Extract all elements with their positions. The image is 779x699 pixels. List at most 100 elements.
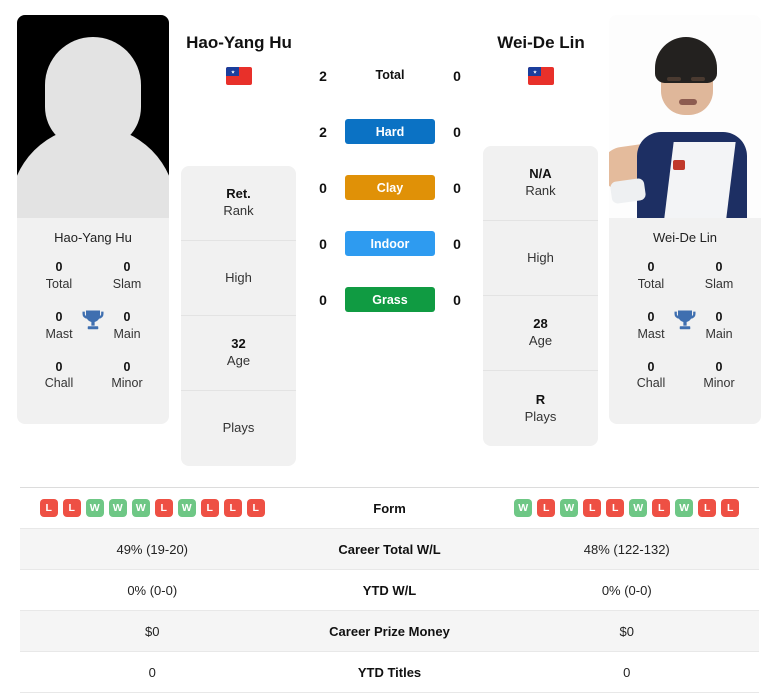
h2h-row-indoor: 0 Indoor 0 xyxy=(300,228,480,284)
player-card-name-left: Hao-Yang Hu xyxy=(54,230,132,245)
table-value-left: 49% (19-20) xyxy=(116,541,189,557)
form-badge-l: L xyxy=(652,499,671,517)
form-badge-l: L xyxy=(537,499,556,517)
surface-badge-indoor[interactable]: Indoor xyxy=(345,231,435,256)
player-comparison-page: Hao-Yang Hu 0 Total 0 Slam 0 Mast 0 Main… xyxy=(0,0,779,699)
h2h-score-right: 0 xyxy=(453,180,461,196)
table-value-right: $0 xyxy=(619,623,634,639)
titles-row: 0 Chall 0 Minor xyxy=(27,359,159,409)
h2h-score-right: 0 xyxy=(453,124,461,140)
surface-badge-grass[interactable]: Grass xyxy=(345,287,435,312)
table-row-form: LLWWWLWLLL Form WLWLLWLWLL xyxy=(20,488,759,529)
surface-badge-clay[interactable]: Clay xyxy=(345,175,435,200)
trophy-icon xyxy=(79,307,107,335)
titles-grid-left: 0 Total 0 Slam 0 Mast 0 Main 0 Chall 0 M… xyxy=(17,259,169,424)
title-stat: 0 Minor xyxy=(111,359,143,391)
surface-badge-hard[interactable]: Hard xyxy=(345,119,435,144)
table-value-right: 0 xyxy=(623,664,631,680)
form-badge-w: W xyxy=(629,499,648,517)
player-info-card-right: N/A Rank High 28 Age R Plays xyxy=(483,146,598,446)
player-card-name-right: Wei-De Lin xyxy=(652,230,718,245)
title-stat: 0 Slam xyxy=(704,260,734,291)
trophy-icon xyxy=(671,307,699,335)
title-stat: 0 Chall xyxy=(636,359,666,391)
titles-grid-right: 0 Total 0 Slam 0 Mast 0 Main 0 Chall 0 M… xyxy=(609,259,761,424)
table-label: YTD W/L xyxy=(362,582,417,598)
info-plays-left: Plays xyxy=(222,420,255,436)
form-badge-w: W xyxy=(85,499,104,517)
table-value-right: 0% (0-0) xyxy=(601,582,652,598)
form-badge-l: L xyxy=(583,499,602,517)
form-badge-w: W xyxy=(560,499,579,517)
form-badge-l: L xyxy=(200,499,219,517)
table-label: Career Total W/L xyxy=(338,541,441,557)
table-label: Career Prize Money xyxy=(329,623,450,639)
player-info-card-left: Ret. Rank High 32 Age Plays xyxy=(181,166,296,466)
titles-row: 0 Total 0 Slam xyxy=(619,259,751,309)
info-rank-right: N/A Rank xyxy=(483,146,598,221)
title-stat: 0 Mast xyxy=(45,309,73,341)
comparison-table: LLWWWLWLLL Form WLWLLWLWLL 49% (19-20) C… xyxy=(20,487,759,693)
player-card-left[interactable]: Hao-Yang Hu 0 Total 0 Slam 0 Mast 0 Main… xyxy=(17,15,169,425)
form-badge-w: W xyxy=(131,499,150,517)
info-rank-left: Ret. Rank xyxy=(181,166,296,241)
h2h-score-left: 2 xyxy=(319,68,327,84)
form-badge-l: L xyxy=(721,499,740,517)
form-badge-l: L xyxy=(62,499,81,517)
form-badge-w: W xyxy=(675,499,694,517)
table-value-right: 48% (122-132) xyxy=(583,541,670,557)
h2h-row-total: 2 Total 0 xyxy=(300,60,480,116)
player-card-right[interactable]: Wei-De Lin 0 Total 0 Slam 0 Mast 0 Main … xyxy=(609,15,761,425)
table-row: 0% (0-0) YTD W/L 0% (0-0) xyxy=(20,570,759,611)
title-stat: 0 Total xyxy=(637,260,665,291)
info-plays-right: R Plays xyxy=(524,391,557,424)
table-row: $0 Career Prize Money $0 xyxy=(20,611,759,652)
h2h-label-total: Total xyxy=(375,68,405,82)
table-value-left: $0 xyxy=(145,623,160,639)
titles-row: 0 Chall 0 Minor xyxy=(619,359,751,409)
title-stat: 0 Chall xyxy=(44,359,74,391)
title-stat: 0 Main xyxy=(113,309,141,341)
h2h-score-right: 0 xyxy=(453,236,461,252)
title-stat: 0 Slam xyxy=(112,260,142,291)
info-high-right: High xyxy=(483,221,598,296)
form-badge-l: L xyxy=(698,499,717,517)
h2h-score-right: 0 xyxy=(453,68,461,84)
form-badge-l: L xyxy=(223,499,242,517)
form-badge-w: W xyxy=(514,499,533,517)
table-label: YTD Titles xyxy=(357,664,422,680)
table-value-left: 0 xyxy=(148,664,156,680)
table-row: 0 YTD Titles 0 xyxy=(20,652,759,693)
title-stat: 0 Total xyxy=(45,260,73,291)
info-age-right: 28 Age xyxy=(483,296,598,371)
form-badge-l: L xyxy=(246,499,265,517)
h2h-score-right: 0 xyxy=(453,292,461,308)
form-badge-l: L xyxy=(154,499,173,517)
player-name-left[interactable]: Hao-Yang Hu xyxy=(139,33,339,53)
comparison-header-area: Hao-Yang Hu 0 Total 0 Slam 0 Mast 0 Main… xyxy=(0,0,779,472)
h2h-row-hard: 2 Hard 0 xyxy=(300,116,480,172)
title-stat: 0 Minor xyxy=(703,359,735,391)
head-to-head-column: 2 Total 0 2 Hard 0 0 Clay 0 0 Indoor 0 0 xyxy=(300,60,480,340)
player-name-right[interactable]: Wei-De Lin xyxy=(441,33,641,53)
info-age-left: 32 Age xyxy=(181,316,296,391)
table-label-form: Form xyxy=(373,500,406,516)
h2h-score-left: 2 xyxy=(319,124,327,140)
form-right: WLWLLWLWLL xyxy=(495,499,760,517)
h2h-score-left: 0 xyxy=(319,236,327,252)
title-stat: 0 Main xyxy=(705,309,733,341)
table-row: 49% (19-20) Career Total W/L 48% (122-13… xyxy=(20,529,759,570)
h2h-score-left: 0 xyxy=(319,292,327,308)
form-badge-w: W xyxy=(177,499,196,517)
form-badge-l: L xyxy=(39,499,58,517)
title-stat: 0 Mast xyxy=(637,309,665,341)
taiwan-flag-icon-left xyxy=(226,67,252,85)
taiwan-flag-icon-right xyxy=(528,67,554,85)
h2h-score-left: 0 xyxy=(319,180,327,196)
form-badge-w: W xyxy=(108,499,127,517)
h2h-row-clay: 0 Clay 0 xyxy=(300,172,480,228)
form-badge-l: L xyxy=(606,499,625,517)
info-high-left: High xyxy=(181,241,296,316)
table-value-left: 0% (0-0) xyxy=(127,582,178,598)
form-left: LLWWWLWLLL xyxy=(20,499,285,517)
